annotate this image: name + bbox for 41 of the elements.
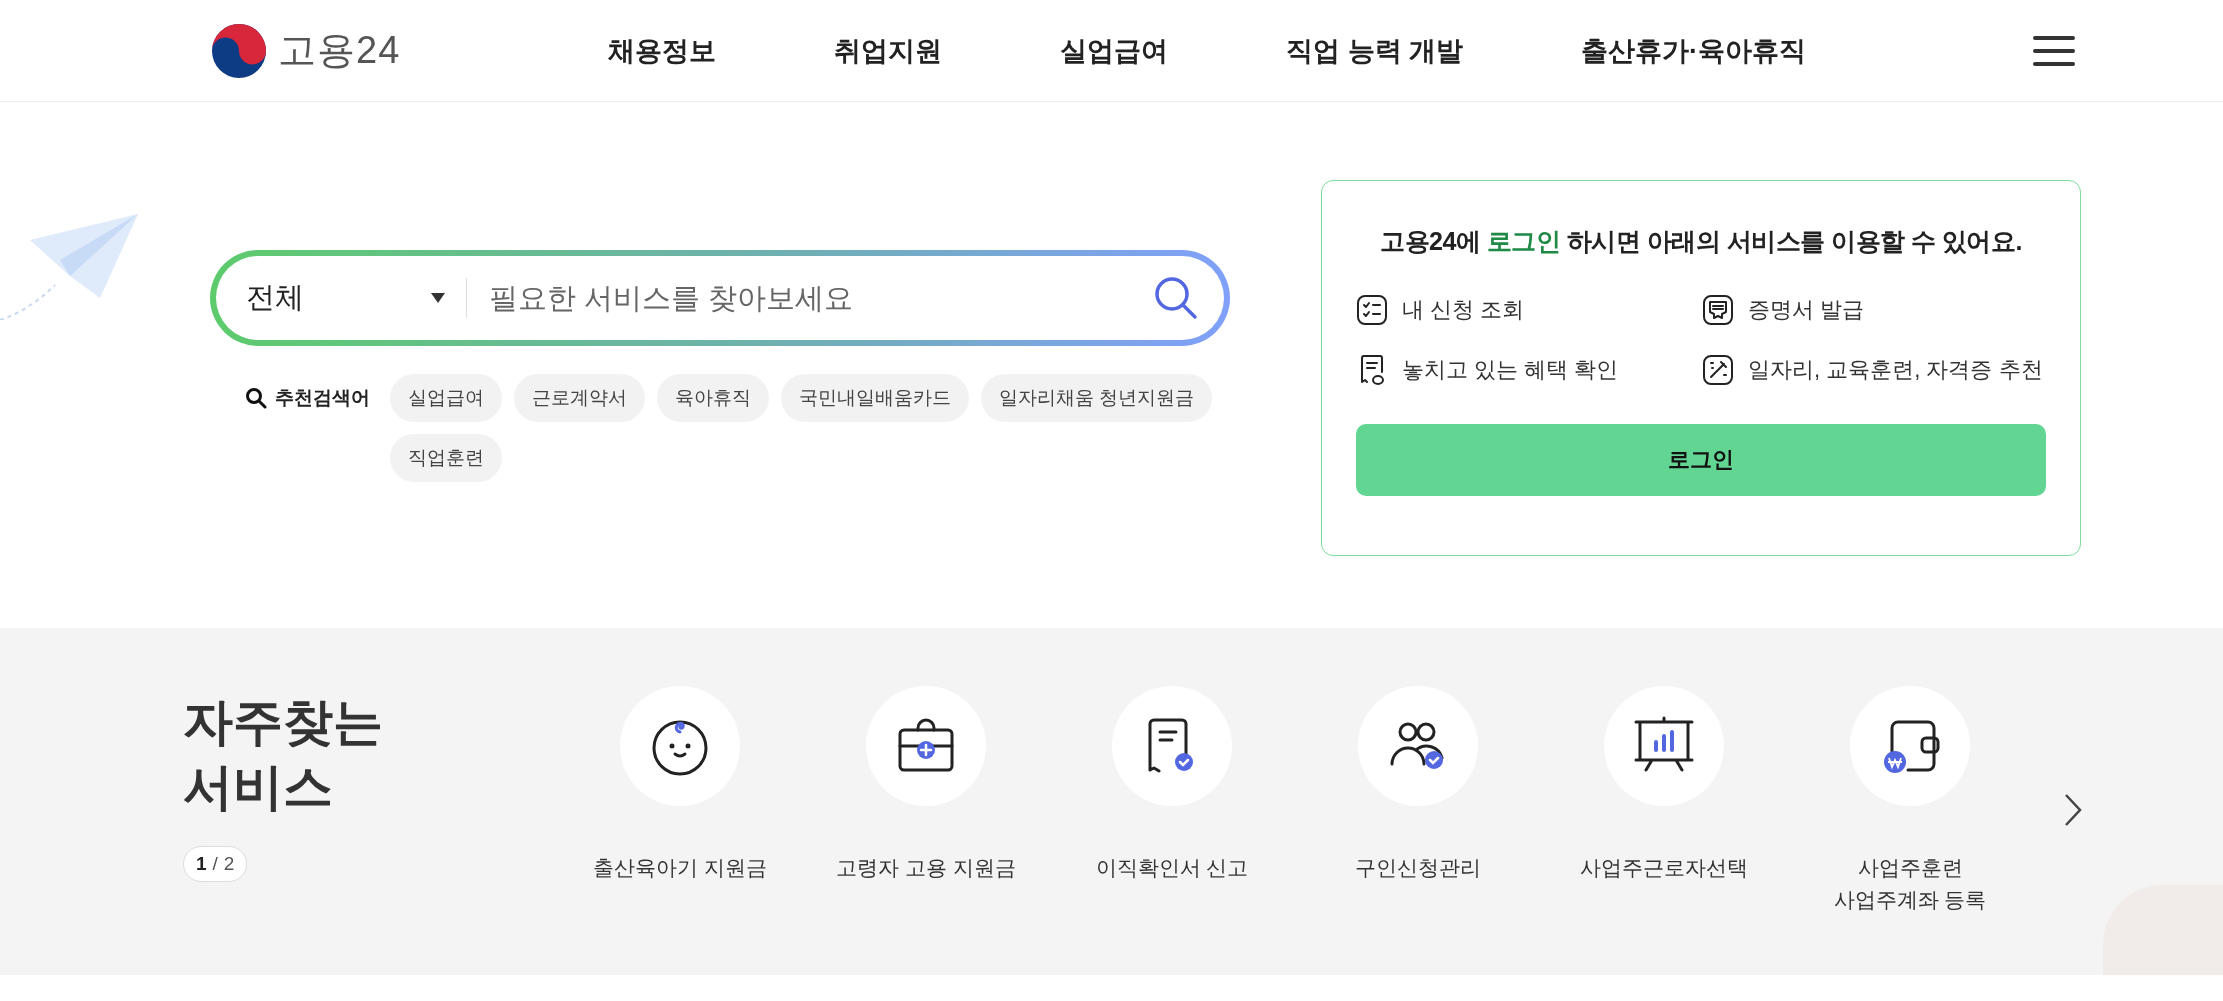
next-button[interactable]: [2063, 792, 2083, 828]
nav-link[interactable]: 출산휴가·육아휴직: [1581, 32, 1806, 69]
service-link[interactable]: 출산육아기 지원금: [593, 852, 767, 884]
login-message: 고용24에 로그인 하시면 아래의 서비스를 이용할 수 있어요.: [1380, 226, 2022, 257]
feature-label: 일자리, 교육훈련, 자격증 추천: [1748, 355, 2043, 384]
recommended-label: 추천검색어: [275, 386, 370, 410]
chevron-right-icon: [2063, 792, 2083, 828]
caret-icon: [430, 292, 446, 304]
checklist-icon: [1356, 293, 1388, 326]
nav-link[interactable]: 직업 능력 개발: [1286, 32, 1463, 69]
section-title: 자주찾는 서비스: [183, 693, 384, 817]
search-icon: [1152, 274, 1200, 322]
logo-emblem-icon[interactable]: [210, 21, 268, 80]
feature-label: 놓치고 있는 혜택 확인: [1402, 355, 1619, 384]
keyword-chip[interactable]: 국민내일배움카드: [781, 374, 969, 422]
service-link[interactable]: 구인신청관리: [1355, 852, 1481, 884]
search-button[interactable]: [1152, 274, 1200, 322]
service-link[interactable]: 사업주훈련 사업주계좌 등록: [1833, 852, 1987, 915]
service-link[interactable]: 이직확인서 신고: [1095, 852, 1249, 884]
certificate-icon: [1702, 293, 1734, 326]
keyword-chip[interactable]: 육아휴직: [657, 374, 769, 422]
menu-button[interactable]: [2033, 35, 2075, 66]
keyword-chip[interactable]: 일자리채움 청년지원금: [981, 374, 1213, 422]
magic-wand-icon: [1702, 353, 1734, 386]
nav-link[interactable]: 실업급여: [1060, 32, 1168, 69]
page-separator: /: [212, 853, 218, 875]
login-button[interactable]: 로그인: [1356, 423, 2046, 496]
feature-label: 내 신청 조회: [1402, 295, 1525, 324]
service-link[interactable]: 사업주근로자선택: [1580, 852, 1748, 884]
logo-text[interactable]: 고용24: [278, 25, 401, 76]
keyword-chip[interactable]: 근로계약서: [514, 374, 645, 422]
current-page: 1: [196, 853, 207, 875]
search-icon: [245, 387, 267, 409]
category-dropdown[interactable]: 전체: [246, 278, 446, 318]
feature-label: 증명서 발급: [1748, 295, 1865, 324]
total-pages: 2: [223, 853, 235, 875]
keyword-chip[interactable]: 실업급여: [390, 374, 502, 422]
keyword-chip[interactable]: 직업훈련: [390, 434, 502, 482]
service-link[interactable]: 고령자 고용 지원금: [836, 852, 1016, 884]
nav-link[interactable]: 취업지원: [834, 32, 942, 69]
nav-link[interactable]: 채용정보: [608, 32, 716, 69]
